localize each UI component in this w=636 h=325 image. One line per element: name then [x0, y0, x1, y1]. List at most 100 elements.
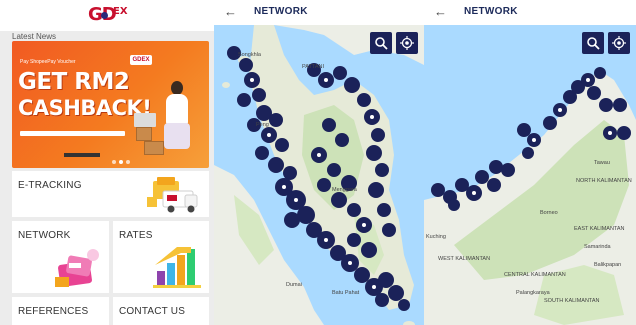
map-label-east-kalimantan: EAST KALIMANTAN	[574, 226, 625, 232]
references-tile[interactable]: REFERENCES	[12, 297, 109, 325]
map-pin-icon[interactable]	[388, 285, 404, 301]
map-pin-icon[interactable]	[275, 138, 289, 152]
gdex-logo: GDEX	[88, 4, 132, 26]
references-label: REFERENCES	[18, 306, 89, 317]
map-pin-icon[interactable]	[475, 170, 489, 184]
map-pin-icon[interactable]	[448, 199, 460, 211]
map-pin-icon[interactable]	[371, 128, 385, 142]
banner-headline-1: GET RM2	[18, 69, 130, 95]
home-screen: GDEX Latest News Pay ShopeePay Voucher G…	[0, 0, 214, 325]
map-pin-icon[interactable]	[543, 116, 557, 130]
banner-headline-2: CASHBACK!	[18, 96, 152, 120]
map-pin-icon[interactable]	[599, 98, 613, 112]
map-pin-icon[interactable]	[378, 272, 394, 288]
map-label-batu-pahat: Batu Pahat	[332, 290, 360, 296]
network-app-bar: ← NETWORK	[424, 0, 636, 25]
pager-dot[interactable]	[126, 160, 130, 164]
rates-tile[interactable]: RATES	[113, 221, 209, 293]
banner-topline: Pay ShopeePay Voucher	[20, 59, 76, 65]
network-parcel-icon	[55, 249, 99, 287]
contact-us-tile[interactable]: CONTACT US	[113, 297, 209, 325]
map-pin-icon[interactable]	[239, 58, 253, 72]
delivery-truck-icon	[147, 177, 198, 213]
map-pin-icon[interactable]	[327, 163, 341, 177]
map-pin-icon[interactable]	[594, 67, 606, 79]
map-pin-icon[interactable]	[377, 203, 391, 217]
network-title: NETWORK	[464, 6, 518, 17]
map-label-songkhla: Songkhla	[238, 52, 261, 58]
map-pin-icon[interactable]	[382, 223, 396, 237]
latest-news-label: Latest News	[12, 32, 57, 41]
network-map-west: ← NETWORK PATTANI Songkhla Peng Menggara…	[214, 0, 424, 325]
map-pin-icon[interactable]	[368, 182, 384, 198]
map-label-pattani: PATTANI	[302, 64, 324, 70]
locate-button[interactable]	[396, 32, 418, 54]
search-button[interactable]	[370, 32, 392, 54]
map-pin-icon[interactable]	[489, 160, 503, 174]
map-label-kuching: Kuching	[426, 234, 446, 240]
search-icon	[375, 37, 388, 50]
map-pin-icon[interactable]	[283, 166, 297, 180]
map-pin-icon[interactable]	[375, 163, 389, 177]
map-pin-icon[interactable]	[331, 192, 347, 208]
map-pin-icon[interactable]	[335, 133, 349, 147]
map-pin-icon[interactable]	[501, 163, 515, 177]
banner-info-bar	[20, 131, 125, 136]
banner-pager[interactable]	[112, 160, 130, 164]
map-pin-icon[interactable]	[322, 118, 336, 132]
back-arrow-icon[interactable]: ←	[224, 4, 237, 19]
map-pin-icon[interactable]	[487, 178, 501, 192]
e-tracking-label: E-TRACKING	[18, 180, 82, 191]
contact-us-label: CONTACT US	[119, 306, 186, 317]
map-pin-icon[interactable]	[517, 123, 531, 137]
network-tile[interactable]: NETWORK	[12, 221, 109, 293]
person-illustration	[160, 81, 194, 156]
map-pin-icon[interactable]	[252, 88, 266, 102]
map-label-menggara: Menggara	[332, 187, 357, 193]
map-pin-icon[interactable]	[269, 113, 283, 127]
map-pin-icon[interactable]	[375, 293, 389, 307]
network-map-east: ← NETWORK Tawau Borneo Kuching EAST KALI…	[424, 0, 636, 325]
map-pin-icon[interactable]	[347, 203, 361, 217]
locate-icon	[400, 36, 414, 50]
map-pin-icon[interactable]	[587, 86, 601, 100]
laptop-illustration	[134, 113, 156, 127]
map-pin-icon[interactable]	[255, 146, 269, 160]
back-arrow-icon[interactable]: ←	[434, 4, 447, 19]
search-button[interactable]	[582, 32, 604, 54]
banner-gdex-logo: GDEX	[130, 55, 152, 65]
map-pin-icon[interactable]	[284, 212, 300, 228]
map-pin-icon[interactable]	[522, 147, 534, 159]
map-pin-icon[interactable]	[357, 93, 371, 107]
map-label-samarinda: Samarinda	[584, 244, 611, 250]
map-pin-icon[interactable]	[317, 178, 331, 192]
locate-button[interactable]	[608, 32, 630, 54]
map-label-peng: Peng	[256, 122, 269, 128]
logo-bar: GDEX	[0, 0, 214, 31]
pager-dot[interactable]	[112, 160, 116, 164]
peninsula-map[interactable]	[214, 25, 424, 325]
e-tracking-tile[interactable]: E-TRACKING	[12, 171, 209, 217]
banner-strip	[64, 153, 100, 157]
news-banner[interactable]: Pay ShopeePay Voucher GDEX GET RM2 CASHB…	[12, 41, 209, 168]
map-pin-icon[interactable]	[366, 145, 382, 161]
pager-dot-active[interactable]	[119, 160, 123, 164]
map-pin-icon[interactable]	[361, 242, 377, 258]
map-pin-icon[interactable]	[237, 93, 251, 107]
map-pin-icon[interactable]	[613, 98, 627, 112]
map-pin-icon[interactable]	[431, 183, 445, 197]
map-pin-icon[interactable]	[354, 267, 370, 283]
map-pin-icon[interactable]	[268, 157, 284, 173]
map-pin-icon[interactable]	[617, 126, 631, 140]
map-pin-icon[interactable]	[333, 66, 347, 80]
network-label: NETWORK	[18, 230, 71, 241]
map-pin-icon[interactable]	[347, 233, 361, 247]
map-label-palangkaraya: Palangkaraya	[516, 290, 550, 296]
borneo-map[interactable]	[424, 25, 636, 325]
rates-chart-icon	[153, 247, 201, 288]
map-pin-icon[interactable]	[344, 77, 360, 93]
map-label-south-kalimantan: SOUTH KALIMANTAN	[544, 298, 600, 304]
map-pin-icon[interactable]	[398, 299, 410, 311]
map-label-dumai: Dumai	[286, 282, 302, 288]
parcel-box-illustration	[136, 127, 152, 141]
